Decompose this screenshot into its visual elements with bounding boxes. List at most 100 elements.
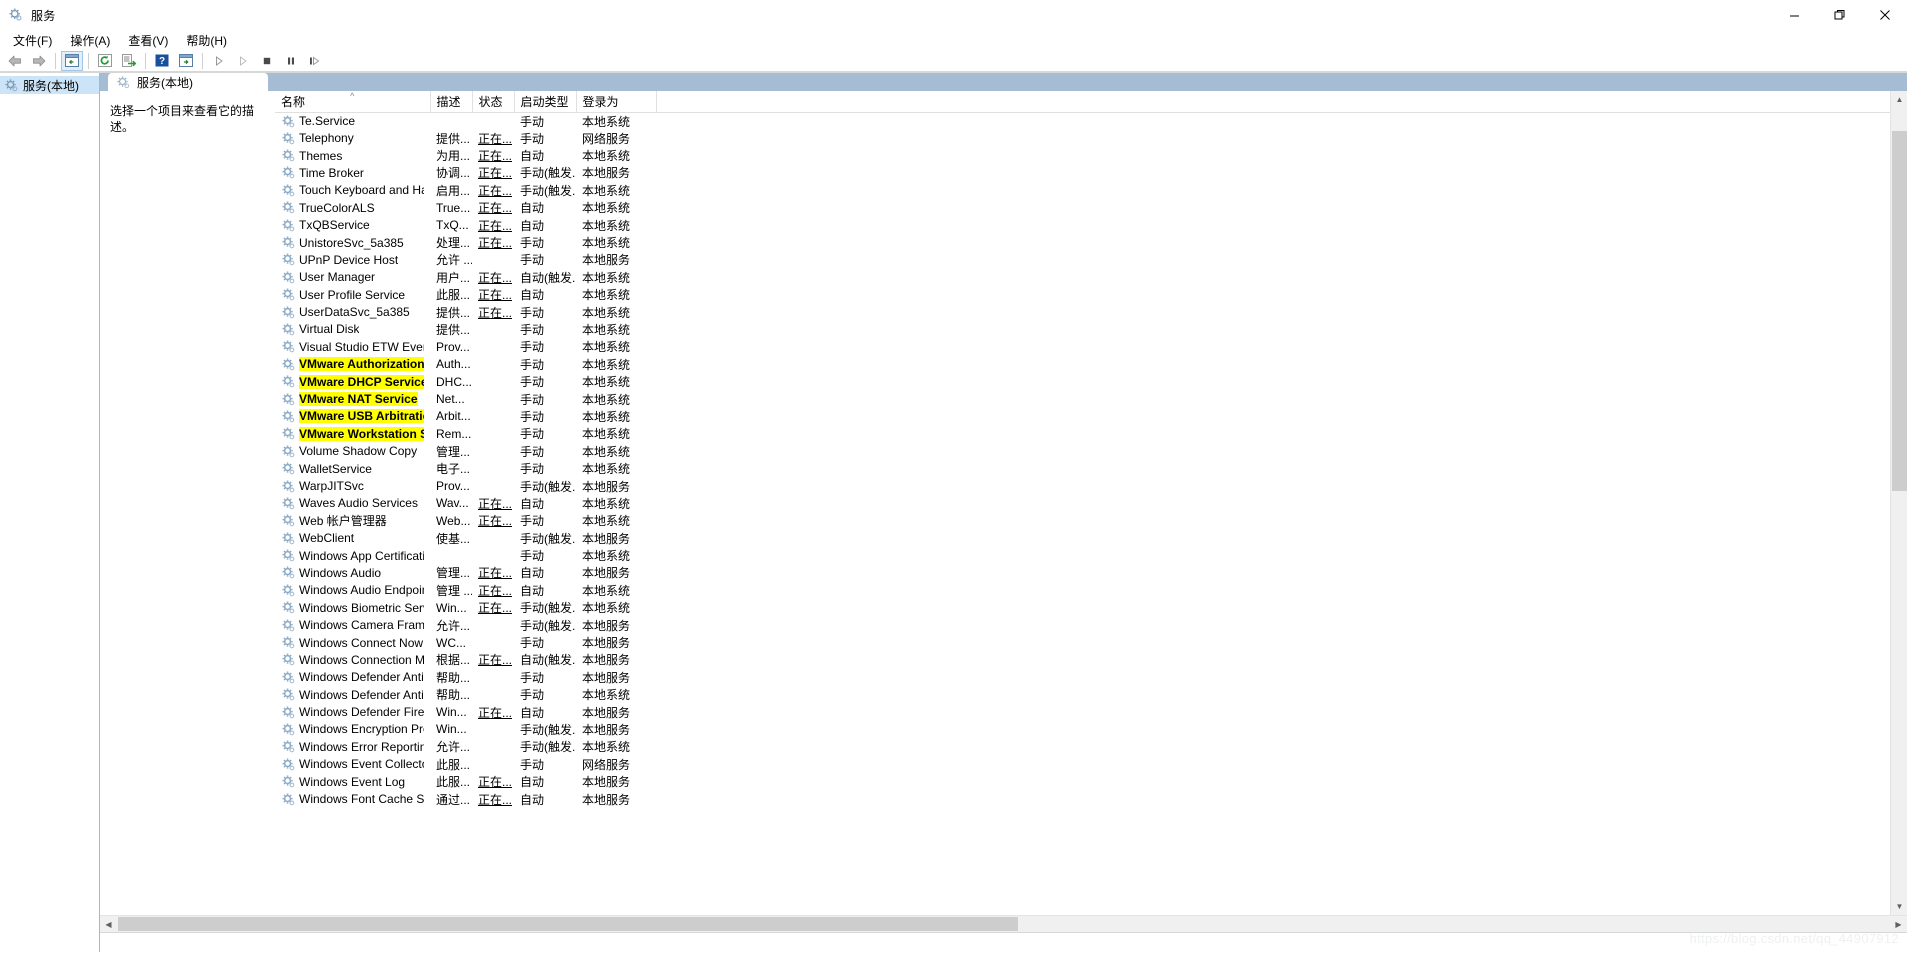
export-list-icon[interactable] bbox=[118, 51, 140, 71]
column-header-status[interactable]: 状态 bbox=[472, 91, 515, 113]
scroll-left-arrow-icon[interactable]: ◀ bbox=[100, 916, 117, 932]
table-row[interactable]: VMware USB Arbitration ... Arbit... 手动 本地系统 bbox=[275, 408, 1907, 425]
cell-description: 帮助... bbox=[436, 688, 471, 703]
table-row[interactable]: VMware NAT Service Net... 手动 本地系统 bbox=[275, 390, 1907, 407]
table-row[interactable]: User Profile Service 此服... 正在... 自动 本地系统 bbox=[275, 286, 1907, 303]
gear-icon bbox=[282, 236, 295, 249]
table-row[interactable]: Windows Event Collector 此服... 手动 网络服务 bbox=[275, 756, 1907, 773]
gear-icon bbox=[282, 671, 295, 684]
cell-description: 此服... bbox=[436, 775, 471, 790]
service-name-text: Windows Defender Firew... bbox=[299, 705, 424, 720]
service-name-text: Windows Event Collector bbox=[299, 757, 424, 772]
gear-icon bbox=[282, 149, 295, 162]
cell-filler bbox=[656, 756, 1907, 773]
table-row[interactable]: User Manager 用户... 正在... 自动(触发... 本地系统 bbox=[275, 269, 1907, 286]
table-row[interactable]: Te.Service 手动 本地系统 bbox=[275, 112, 1907, 130]
service-name-text: TxQBService bbox=[299, 218, 370, 233]
table-row[interactable]: UPnP Device Host 允许 ... 手动 本地服务 bbox=[275, 251, 1907, 268]
window-controls bbox=[1772, 0, 1907, 30]
stop-service-icon[interactable] bbox=[256, 51, 278, 71]
gear-icon bbox=[282, 653, 295, 666]
table-row[interactable]: Windows Event Log 此服... 正在... 自动 本地服务 bbox=[275, 773, 1907, 790]
table-row[interactable]: UnistoreSvc_5a385 处理... 正在... 手动 本地系统 bbox=[275, 234, 1907, 251]
column-header-log-on-as[interactable]: 登录为 bbox=[576, 91, 657, 113]
table-row[interactable]: Touch Keyboard and Ha... 启用... 正在... 手动(触发.… bbox=[275, 182, 1907, 199]
table-row[interactable]: TrueColorALS True... 正在... 自动 本地系统 bbox=[275, 199, 1907, 216]
menu-help[interactable]: 帮助(H) bbox=[177, 30, 236, 51]
table-row[interactable]: VMware Authorization Se... Auth... 手动 本地系统 bbox=[275, 356, 1907, 373]
table-row[interactable]: Telephony 提供... 正在... 手动 网络服务 bbox=[275, 130, 1907, 147]
table-row[interactable]: Windows Error Reportin... 允许... 手动(触发... 本地… bbox=[275, 738, 1907, 755]
start-service-icon[interactable] bbox=[208, 51, 230, 71]
close-button[interactable] bbox=[1862, 0, 1907, 30]
table-row[interactable]: Windows Connection Ma... 根据... 正在... 自动(触发.… bbox=[275, 651, 1907, 668]
table-row[interactable]: Time Broker 协调... 正在... 手动(触发... 本地服务 bbox=[275, 164, 1907, 181]
table-row[interactable]: UserDataSvc_5a385 提供... 正在... 手动 本地系统 bbox=[275, 303, 1907, 320]
table-row[interactable]: Windows Font Cache Ser... 通过... 正在... 自动 本地服… bbox=[275, 790, 1907, 807]
table-row[interactable]: Windows Defender Antivi... 帮助... 手动 本地系统 bbox=[275, 686, 1907, 703]
table-body: Te.Service 手动 本地系统 Telephony 提供... 正在... 手动 网络… bbox=[275, 112, 1907, 808]
table-row[interactable]: Visual Studio ETW Event ... Prov... 手动 本地系统 bbox=[275, 338, 1907, 355]
cell-service-name: Windows Defender Antivi... bbox=[275, 669, 430, 686]
scroll-up-arrow-icon[interactable]: ▲ bbox=[1891, 91, 1907, 108]
table-row[interactable]: Web 帐户管理器 Web... 正在... 手动 本地系统 bbox=[275, 512, 1907, 529]
table-row[interactable]: Windows Defender Firew... Win... 正在... 自动 本地… bbox=[275, 703, 1907, 720]
restart-service-icon[interactable] bbox=[304, 51, 326, 71]
vertical-scroll-thumb[interactable] bbox=[1892, 131, 1907, 491]
table-row[interactable]: Windows Biometric Servi... Win... 正在... 手动(… bbox=[275, 599, 1907, 616]
menu-file[interactable]: 文件(F) bbox=[4, 30, 61, 51]
window-title: 服务 bbox=[31, 8, 56, 23]
pause-service-icon[interactable] bbox=[280, 51, 302, 71]
cell-log-on-as: 本地系统 bbox=[582, 183, 631, 198]
column-header-name[interactable]: ^ 名称 bbox=[275, 91, 431, 113]
scroll-right-arrow-icon[interactable]: ▶ bbox=[1890, 916, 1907, 932]
horizontal-scroll-thumb[interactable] bbox=[118, 917, 1018, 931]
sidebar-item-services-local[interactable]: 服务(本地) bbox=[0, 76, 99, 94]
scroll-down-arrow-icon[interactable]: ▼ bbox=[1891, 898, 1907, 915]
cell-description: 处理... bbox=[436, 236, 471, 251]
gear-icon bbox=[282, 427, 295, 440]
table-row[interactable]: Waves Audio Services Wav... 正在... 自动 本地系统 bbox=[275, 495, 1907, 512]
table-row[interactable]: Windows App Certificatio... 手动 本地系统 bbox=[275, 547, 1907, 564]
menu-action[interactable]: 操作(A) bbox=[61, 30, 119, 51]
table-row[interactable]: VMware Workstation Ser... Rem... 手动 本地系统 bbox=[275, 425, 1907, 442]
horizontal-scrollbar[interactable]: ◀ ▶ bbox=[100, 915, 1907, 932]
gear-icon bbox=[282, 115, 295, 127]
services-table: ^ 名称 描述 状态 启动类型 登录为 Te.Service 手动 本地系统 T… bbox=[275, 91, 1907, 808]
cell-log-on-as: 本地系统 bbox=[582, 740, 631, 755]
table-row[interactable]: Windows Audio Endpoint... 管理 ... 正在... 自动 本地… bbox=[275, 582, 1907, 599]
cell-service-name: Windows Connection Ma... bbox=[275, 651, 430, 668]
column-header-startup-type[interactable]: 启动类型 bbox=[514, 91, 577, 113]
table-row[interactable]: Volume Shadow Copy 管理... 手动 本地系统 bbox=[275, 443, 1907, 460]
cell-log-on-as: 本地系统 bbox=[582, 409, 631, 424]
back-icon[interactable] bbox=[4, 51, 26, 71]
refresh-icon[interactable] bbox=[94, 51, 116, 71]
service-name-text: Windows App Certificatio... bbox=[299, 548, 424, 563]
table-row[interactable]: WarpJITSvc Prov... 手动(触发... 本地服务 bbox=[275, 477, 1907, 494]
table-row[interactable]: Windows Encryption Pro... Win... 手动(触发... 本… bbox=[275, 721, 1907, 738]
vertical-scrollbar[interactable]: ▲ ▼ bbox=[1890, 91, 1907, 915]
minimize-button[interactable] bbox=[1772, 0, 1817, 30]
resume-service-icon[interactable] bbox=[232, 51, 254, 71]
table-row[interactable]: Themes 为用... 正在... 自动 本地系统 bbox=[275, 147, 1907, 164]
column-header-description[interactable]: 描述 bbox=[430, 91, 473, 113]
forward-icon[interactable] bbox=[28, 51, 50, 71]
maximize-restore-button[interactable] bbox=[1817, 0, 1862, 30]
table-row[interactable]: TxQBService TxQ... 正在... 自动 本地系统 bbox=[275, 216, 1907, 233]
cell-service-name: UnistoreSvc_5a385 bbox=[275, 234, 430, 251]
table-row[interactable]: WalletService 电子... 手动 本地系统 bbox=[275, 460, 1907, 477]
table-row[interactable]: Windows Defender Antivi... 帮助... 手动 本地服务 bbox=[275, 669, 1907, 686]
table-row[interactable]: Windows Connect Now -... WC... 手动 本地服务 bbox=[275, 634, 1907, 651]
table-row[interactable]: Windows Camera Frame ... 允许... 手动(触发... 本地服… bbox=[275, 616, 1907, 633]
table-row[interactable]: WebClient 使基... 手动(触发... 本地服务 bbox=[275, 529, 1907, 546]
show-hide-tree-icon[interactable] bbox=[61, 50, 83, 71]
show-action-pane-icon[interactable] bbox=[175, 51, 197, 71]
table-row[interactable]: Virtual Disk 提供... 手动 本地系统 bbox=[275, 321, 1907, 338]
tab-services-local[interactable]: 服务(本地) bbox=[108, 73, 268, 91]
table-row[interactable]: Windows Audio 管理... 正在... 自动 本地服务 bbox=[275, 564, 1907, 581]
gear-icon bbox=[282, 740, 295, 753]
cell-service-name: Telephony bbox=[275, 130, 430, 147]
help-icon[interactable]: ? bbox=[151, 51, 173, 71]
menu-view[interactable]: 查看(V) bbox=[119, 30, 177, 51]
table-row[interactable]: VMware DHCP Service DHC... 手动 本地系统 bbox=[275, 373, 1907, 390]
